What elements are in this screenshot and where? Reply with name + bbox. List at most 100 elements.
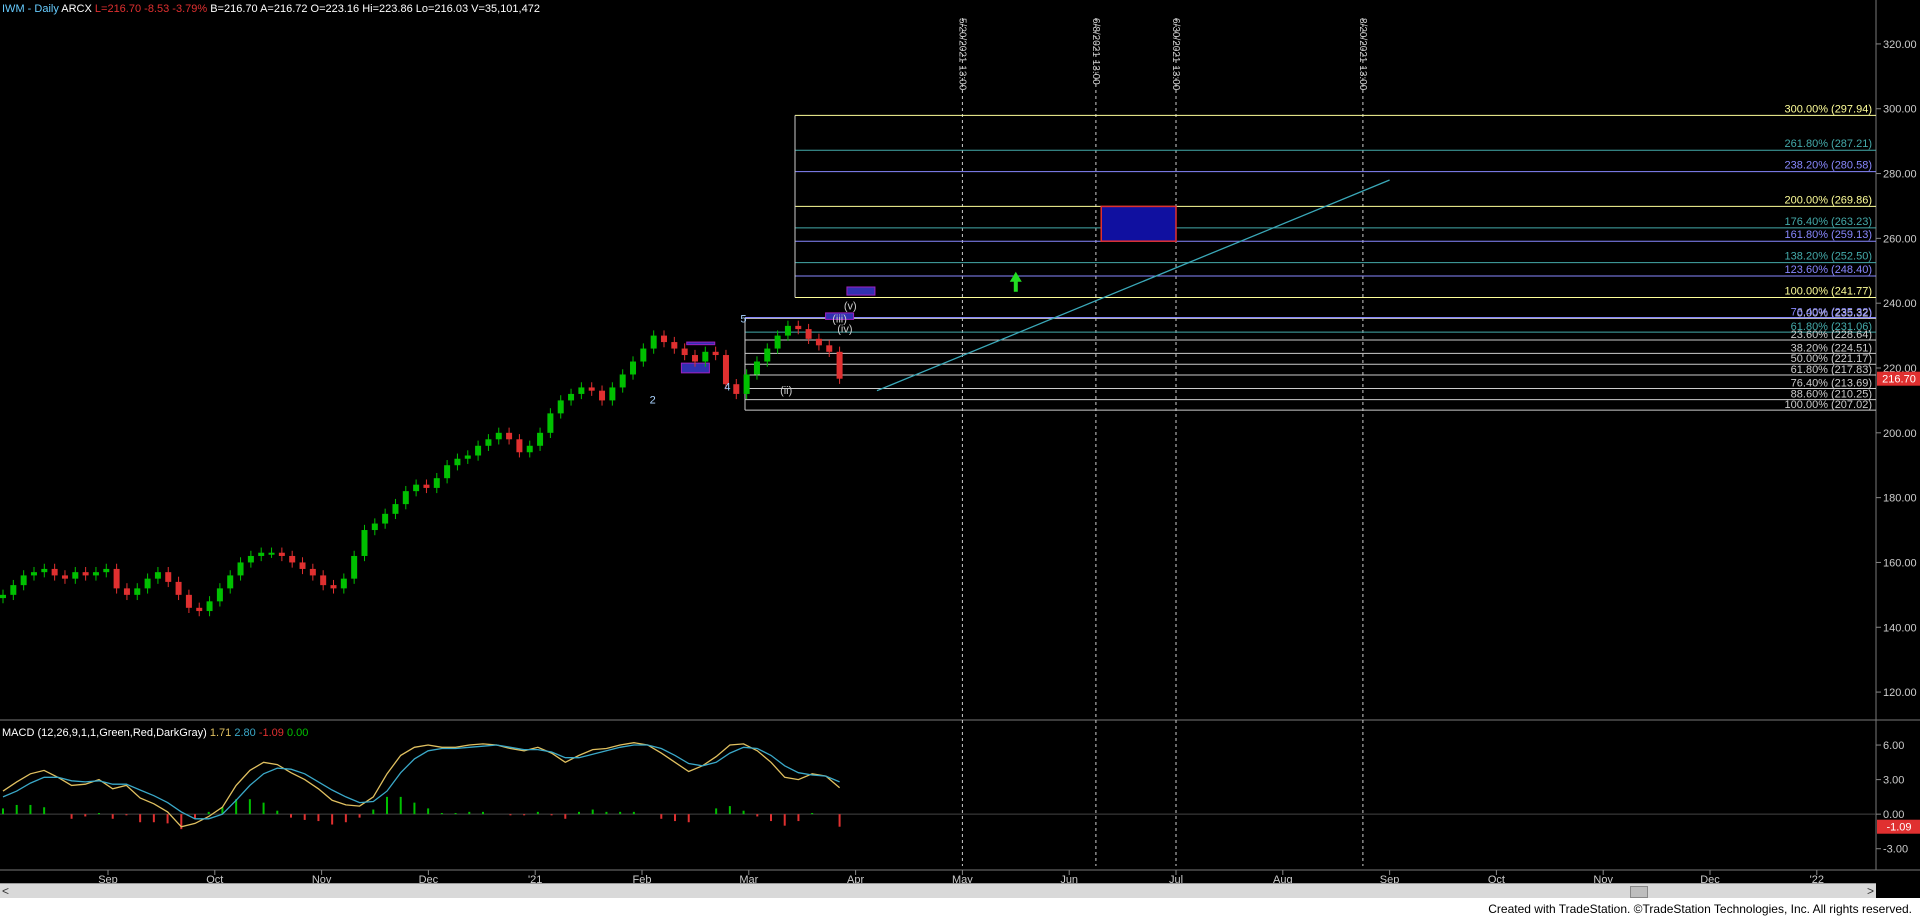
candle-body xyxy=(144,578,151,589)
fib-extension-label: 176.40% (263.23) xyxy=(1785,216,1872,228)
fib-extension-label: 261.80% (287.21) xyxy=(1785,138,1872,150)
macd-tick-label: 0.00 xyxy=(1883,809,1904,821)
fib-extension-label: 300.00% (297.94) xyxy=(1785,103,1872,115)
candle-body xyxy=(547,413,554,433)
candle-body xyxy=(568,393,575,401)
candle-body xyxy=(805,329,812,339)
wave-label: 5 xyxy=(740,314,746,326)
candle-body xyxy=(784,325,791,336)
price-tick-label: 320.00 xyxy=(1883,39,1917,51)
candle-body xyxy=(10,585,17,595)
macd-value-2: 2.80 xyxy=(234,727,256,739)
price-tick-label: 240.00 xyxy=(1883,298,1917,310)
scroll-left-icon[interactable]: < xyxy=(2,884,9,898)
candle-body xyxy=(661,335,668,343)
price-tick-label: 120.00 xyxy=(1883,687,1917,699)
candle-body xyxy=(227,575,234,589)
candle-body xyxy=(72,572,79,579)
candle-body xyxy=(526,445,533,453)
candle-body xyxy=(30,572,37,576)
candle-body xyxy=(557,400,564,414)
fib-retrace-label: 61.80% (217.83) xyxy=(1791,364,1872,376)
candle-body xyxy=(423,484,430,488)
candle-body xyxy=(371,523,378,531)
price-tick-label: 280.00 xyxy=(1883,169,1917,181)
candle-body xyxy=(154,572,161,579)
candle-body xyxy=(599,390,606,401)
candle-body xyxy=(588,387,595,391)
price-tick-label: 160.00 xyxy=(1883,557,1917,569)
candle-body xyxy=(299,562,306,569)
candle-body xyxy=(175,581,182,595)
candle-body xyxy=(123,588,130,595)
wave-label: (ii) xyxy=(780,385,792,397)
wave-label: (iv) xyxy=(837,323,852,335)
current-price-label: 216.70 xyxy=(1882,374,1916,386)
macd-current-label: -1.09 xyxy=(1886,822,1911,834)
candle-body xyxy=(237,562,244,576)
time-line-label: 5/20/2021 13:00 xyxy=(956,18,967,91)
last-price: L=216.70 xyxy=(94,3,142,15)
candle-body xyxy=(216,588,223,602)
candle-body xyxy=(278,552,285,556)
target-box xyxy=(1100,205,1177,242)
candle-body xyxy=(836,351,843,379)
candle-body xyxy=(165,572,172,582)
macd-signal-line xyxy=(2,744,840,820)
fib-retrace-label: 23.60% (228.64) xyxy=(1791,329,1872,341)
candle-body xyxy=(444,465,451,479)
footer-credit: Created with TradeStation. ©TradeStation… xyxy=(1484,901,1916,917)
macd-value-1: 1.71 xyxy=(209,727,232,739)
macd-tick-label: -3.00 xyxy=(1883,844,1908,856)
candle-body xyxy=(51,568,58,576)
price-tick-label: 200.00 xyxy=(1883,428,1917,440)
candle-body xyxy=(743,374,750,394)
candle-body xyxy=(619,374,626,388)
candle-body xyxy=(41,568,48,573)
candle-body xyxy=(268,552,275,555)
fib-extension-label: 238.20% (280.58) xyxy=(1785,160,1872,172)
bid: B=216.70 xyxy=(210,3,258,15)
candle-body xyxy=(475,445,482,456)
candle-body xyxy=(0,594,6,599)
wave-label: 2 xyxy=(650,395,656,407)
time-line-label: 6/8/2021 13:00 xyxy=(1090,18,1101,85)
price-tick-label: 300.00 xyxy=(1883,104,1917,116)
fib-extension-label: 200.00% (269.86) xyxy=(1785,194,1872,206)
macd-label: MACD (12,26,9,1,1,Green,Red,DarkGray) xyxy=(2,727,207,739)
volume: V=35,101,472 xyxy=(471,3,540,15)
candle-body xyxy=(258,552,265,556)
chart-canvas: 320.00300.00280.00260.00240.00220.00200.… xyxy=(0,0,1920,886)
candle-body xyxy=(609,387,616,401)
marker-box xyxy=(846,286,876,296)
fib-retrace-label: 100.00% (207.02) xyxy=(1785,399,1872,411)
macd-tick-label: 6.00 xyxy=(1883,740,1904,752)
candle-body xyxy=(630,361,637,375)
candle-body xyxy=(454,458,461,466)
candle-body xyxy=(413,484,420,492)
horizontal-scrollbar[interactable]: < > xyxy=(0,883,1876,898)
candle-body xyxy=(82,572,89,576)
candle-body xyxy=(351,555,358,579)
pct-change: -3.79% xyxy=(172,3,208,15)
candle-body xyxy=(753,361,760,375)
scroll-thumb[interactable] xyxy=(1630,886,1648,898)
high: Hi=223.86 xyxy=(362,3,413,15)
candle-body xyxy=(681,348,688,356)
macd-header: MACD (12,26,9,1,1,Green,Red,DarkGray) 1.… xyxy=(2,727,308,739)
candle-body xyxy=(247,555,254,563)
scroll-right-icon[interactable]: > xyxy=(1867,884,1874,898)
fib-extension-label: 100.00% (241.77) xyxy=(1785,285,1872,297)
candle-body xyxy=(671,342,678,349)
candle-body xyxy=(537,432,544,446)
candle-body xyxy=(340,578,347,589)
candle-body xyxy=(402,491,409,505)
time-line-label: 6/30/2021 13:00 xyxy=(1170,18,1181,91)
candle-body xyxy=(516,439,523,453)
candle-body xyxy=(134,588,141,595)
candle-body xyxy=(733,384,740,394)
candle-body xyxy=(382,513,389,524)
candle-body xyxy=(764,348,771,362)
candle-body xyxy=(495,432,502,440)
candle-body xyxy=(392,504,399,514)
